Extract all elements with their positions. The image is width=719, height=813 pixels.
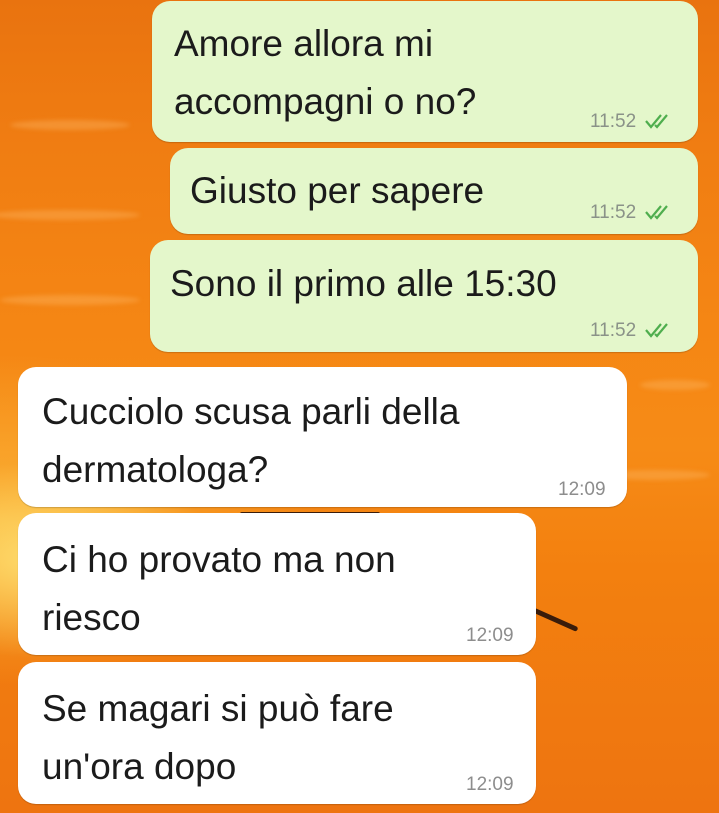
wallpaper-cloud — [10, 120, 130, 130]
message-bubble-outgoing[interactable]: Amore allora mi accompagni o no? 11:52 — [152, 1, 698, 142]
wallpaper-cloud — [640, 380, 710, 390]
message-bubble-outgoing[interactable]: Giusto per sapere 11:52 — [170, 148, 698, 234]
double-check-icon — [645, 205, 669, 220]
message-text: Sono il primo alle 15:30 — [170, 263, 557, 304]
message-meta: 12:09 — [466, 625, 514, 647]
message-text: Amore allora mi accompagni o no? — [174, 23, 477, 122]
message-time: 11:52 — [590, 202, 637, 223]
wallpaper-cloud — [0, 295, 140, 305]
double-check-icon — [645, 323, 669, 338]
message-bubble-incoming[interactable]: Se magari si può fare un'ora dopo 12:09 — [18, 662, 536, 804]
message-time: 12:09 — [558, 479, 606, 500]
message-bubble-incoming[interactable]: Cucciolo scusa parli della dermatologa? … — [18, 367, 627, 507]
message-meta: 11:52 — [590, 202, 675, 224]
message-text: Cucciolo scusa parli della dermatologa? — [42, 391, 460, 490]
message-text: Ci ho provato ma non riesco — [42, 539, 396, 638]
message-text: Se magari si può fare un'ora dopo — [42, 688, 394, 787]
message-bubble-incoming[interactable]: Ci ho provato ma non riesco 12:09 — [18, 513, 536, 655]
message-time: 11:52 — [590, 320, 637, 341]
message-meta: 11:52 — [590, 111, 675, 133]
message-meta: 12:09 — [466, 774, 514, 796]
message-time: 11:52 — [590, 111, 637, 132]
message-meta: 12:09 — [558, 479, 606, 501]
message-bubble-outgoing[interactable]: Sono il primo alle 15:30 11:52 — [150, 240, 698, 352]
double-check-icon — [645, 114, 669, 129]
message-text: Giusto per sapere — [190, 170, 485, 211]
wallpaper-bird-silhouette — [528, 606, 579, 632]
chat-area[interactable]: Amore allora mi accompagni o no? 11:52 G… — [0, 0, 719, 813]
message-time: 12:09 — [466, 625, 514, 646]
message-meta: 11:52 — [590, 320, 675, 342]
wallpaper-cloud — [0, 210, 140, 220]
message-time: 12:09 — [466, 774, 514, 795]
